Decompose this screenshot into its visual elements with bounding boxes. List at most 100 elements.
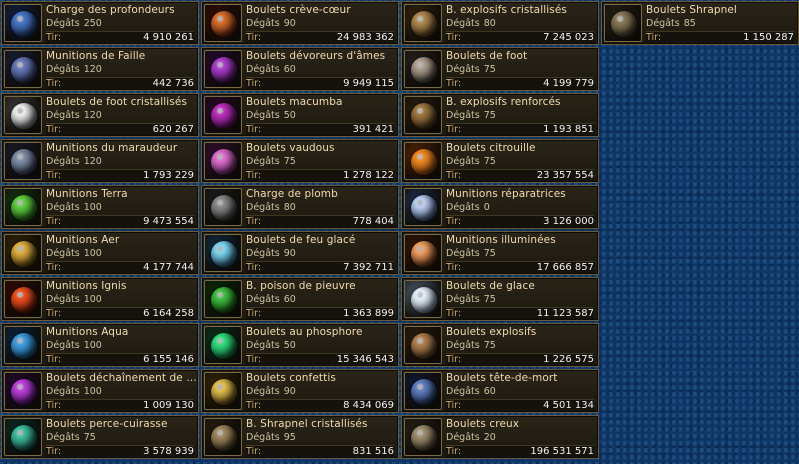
damage-stat: Dégâts 120 [46, 156, 102, 167]
ammo-name: Boulets tête-de-mort [446, 372, 558, 384]
octopus-poison-icon [204, 280, 242, 318]
damage-stat: Dégâts 0 [446, 202, 490, 213]
damage-stat: Dégâts 75 [446, 110, 496, 121]
range-stat: Tir: 196 531 571 [446, 445, 594, 457]
range-label: Tir: [46, 78, 62, 89]
ammo-card[interactable]: Boulets de foot Dégâts 75 Tir: 4 199 779 [401, 47, 599, 91]
range-stat: Tir: 6 164 258 [46, 307, 194, 319]
damage-stat: Dégâts 60 [246, 294, 296, 305]
ammo-card[interactable]: B. explosifs cristallisés Dégâts 80 Tir: 7 2… [401, 1, 599, 45]
damage-label: Dégâts [246, 386, 280, 397]
ammo-card[interactable]: Boulets au phosphore Dégâts 50 Tir: 15 346 5… [201, 323, 399, 367]
terra-icon [4, 188, 42, 226]
damage-stat: Dégâts 120 [46, 110, 102, 121]
range-label: Tir: [46, 124, 62, 135]
ammo-card[interactable]: Boulets de foot cristallisés Dégâts 120 Tir… [1, 93, 199, 137]
ammo-card[interactable]: Boulets crève-cœur Dégâts 90 Tir: 24 983 362 [201, 1, 399, 45]
lead-charge-icon [204, 188, 242, 226]
range-stat: Tir: 391 421 [246, 123, 394, 135]
damage-stat: Dégâts 75 [446, 248, 496, 259]
ammo-card[interactable]: Boulets de feu glacé Dégâts 90 Tir: 7 392 71… [201, 231, 399, 275]
damage-value: 60 [483, 386, 496, 397]
range-stat: Tir: 3 578 939 [46, 445, 194, 457]
range-stat: Tir: 1 226 575 [446, 353, 594, 365]
repair-ammo-icon [404, 188, 442, 226]
range-stat: Tir: 1 363 899 [246, 307, 394, 319]
range-label: Tir: [446, 354, 462, 365]
damage-stat: Dégâts 75 [46, 432, 96, 443]
ammo-card[interactable]: Boulets vaudous Dégâts 75 Tir: 1 278 122 [201, 139, 399, 183]
range-value: 442 736 [152, 78, 194, 89]
range-stat: Tir: 6 155 146 [46, 353, 194, 365]
voodoo-icon [204, 142, 242, 180]
damage-label: Dégâts [246, 294, 280, 305]
range-label: Tir: [246, 262, 262, 273]
ammo-card[interactable]: B. Shrapnel cristallisés Dégâts 95 Tir: 831 … [201, 415, 399, 459]
ammo-name: Boulets confettis [246, 372, 336, 384]
ammo-card[interactable]: Boulets creux Dégâts 20 Tir: 196 531 571 [401, 415, 599, 459]
range-value: 1 150 287 [743, 32, 794, 43]
ammo-card[interactable]: Munitions réparatrices Dégâts 0 Tir: 3 126 0… [401, 185, 599, 229]
ammo-card[interactable]: Munitions de Faille Dégâts 120 Tir: 442 736 [1, 47, 199, 91]
damage-stat: Dégâts 90 [246, 386, 296, 397]
ammo-card[interactable]: Munitions Aer Dégâts 100 Tir: 4 177 744 [1, 231, 199, 275]
ammo-card[interactable]: Boulets confettis Dégâts 90 Tir: 8 434 069 [201, 369, 399, 413]
damage-stat: Dégâts 50 [246, 340, 296, 351]
damage-stat: Dégâts 75 [446, 156, 496, 167]
range-stat: Tir: 1 193 851 [446, 123, 594, 135]
ammo-card[interactable]: Charge de plomb Dégâts 80 Tir: 778 404 [201, 185, 399, 229]
aer-icon [4, 234, 42, 272]
ammo-card[interactable]: Boulets dévoreurs d'âmes Dégâts 60 Tir: 9 94… [201, 47, 399, 91]
range-label: Tir: [46, 354, 62, 365]
ammo-card[interactable]: Munitions du maraudeur Dégâts 120 Tir: 1 793… [1, 139, 199, 183]
range-stat: Tir: 23 357 554 [446, 169, 594, 181]
ammo-name: Boulets explosifs [446, 326, 537, 338]
ammo-card[interactable]: Boulets explosifs Dégâts 75 Tir: 1 226 575 [401, 323, 599, 367]
ammo-name: Boulets perce-cuirasse [46, 418, 168, 430]
ammo-name: Munitions Terra [46, 188, 128, 200]
ammo-card[interactable]: Boulets de glace Dégâts 75 Tir: 11 123 587 [401, 277, 599, 321]
damage-value: 75 [483, 248, 496, 259]
range-label: Tir: [446, 400, 462, 411]
damage-stat: Dégâts 75 [446, 340, 496, 351]
ammo-card[interactable]: B. poison de pieuvre Dégâts 60 Tir: 1 363 89… [201, 277, 399, 321]
range-value: 1 009 130 [143, 400, 194, 411]
range-stat: Tir: 4 177 744 [46, 261, 194, 273]
damage-value: 75 [83, 432, 96, 443]
ammo-card[interactable]: B. explosifs renforcés Dégâts 75 Tir: 1 193 … [401, 93, 599, 137]
range-stat: Tir: 15 346 543 [246, 353, 394, 365]
ammo-card[interactable]: Boulets macumba Dégâts 50 Tir: 391 421 [201, 93, 399, 137]
damage-label: Dégâts [46, 294, 80, 305]
range-value: 4 199 779 [543, 78, 594, 89]
ammo-name: Boulets de glace [446, 280, 535, 292]
ammo-card[interactable]: Boulets citrouille Dégâts 75 Tir: 23 357 554 [401, 139, 599, 183]
ammo-name: B. Shrapnel cristallisés [246, 418, 368, 430]
range-stat: Tir: 11 123 587 [446, 307, 594, 319]
ammo-card[interactable]: Boulets tête-de-mort Dégâts 60 Tir: 4 501 13… [401, 369, 599, 413]
ammo-card[interactable]: Boulets perce-cuirasse Dégâts 75 Tir: 3 578 … [1, 415, 199, 459]
range-value: 6 164 258 [143, 308, 194, 319]
ammo-card[interactable]: Munitions illuminées Dégâts 75 Tir: 17 666 8… [401, 231, 599, 275]
ammo-card[interactable]: Boulets Shrapnel Dégâts 85 Tir: 1 150 287 [601, 1, 799, 45]
ammo-card[interactable]: Munitions Terra Dégâts 100 Tir: 9 473 554 [1, 185, 199, 229]
ammo-card[interactable]: Charge des profondeurs Dégâts 250 Tir: 4 910… [1, 1, 199, 45]
damage-value: 90 [283, 18, 296, 29]
range-value: 391 421 [352, 124, 394, 135]
ammo-card[interactable]: Munitions Aqua Dégâts 100 Tir: 6 155 146 [1, 323, 199, 367]
damage-label: Dégâts [46, 202, 80, 213]
damage-stat: Dégâts 120 [46, 64, 102, 75]
ammo-card[interactable]: Boulets déchaînement de l'enfer Dégâts100… [1, 369, 199, 413]
range-stat: Tir: 4 199 779 [446, 77, 594, 89]
ammo-name: Munitions Aqua [46, 326, 129, 338]
range-label: Tir: [446, 170, 462, 181]
ignis-icon [4, 280, 42, 318]
damage-value: 75 [483, 156, 496, 167]
damage-label: Dégâts [446, 18, 480, 29]
damage-label: Dégâts [246, 202, 280, 213]
ammo-card[interactable]: Munitions Ignis Dégâts 100 Tir: 6 164 258 [1, 277, 199, 321]
range-label: Tir: [46, 308, 62, 319]
damage-value: 75 [483, 110, 496, 121]
damage-label: Dégâts [446, 110, 480, 121]
damage-value: 75 [283, 156, 296, 167]
damage-stat: Dégâts 60 [246, 64, 296, 75]
